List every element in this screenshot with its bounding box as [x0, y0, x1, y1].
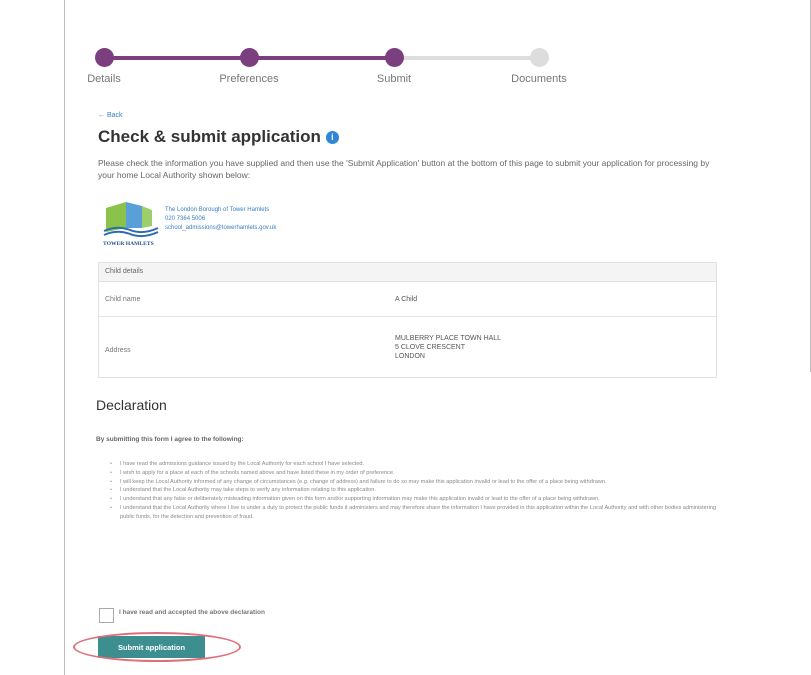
declaration-title: Declaration	[96, 397, 167, 413]
la-phone: 020 7364 5006	[165, 216, 206, 222]
table-row-child-name: Child name A Child	[99, 282, 716, 317]
row-value: A Child	[395, 295, 418, 303]
declaration-item: I wish to apply for a place at each of t…	[110, 469, 730, 478]
step-connector-3	[395, 56, 540, 60]
step-dot-details[interactable]	[95, 48, 114, 67]
declaration-checkbox-label[interactable]: I have read and accepted the above decla…	[119, 609, 265, 616]
step-label-preferences: Preferences	[219, 73, 279, 85]
step-connector-1	[105, 56, 250, 60]
step-label-submit: Submit	[376, 73, 412, 85]
page-title-text: Check & submit application	[98, 127, 321, 146]
back-link[interactable]: ← Back	[98, 112, 123, 119]
tower-hamlets-logo: TOWER HAMLETS	[102, 198, 162, 248]
step-dot-documents	[530, 48, 549, 67]
svg-text:TOWER HAMLETS: TOWER HAMLETS	[103, 241, 154, 247]
info-icon[interactable]: i	[325, 131, 339, 144]
row-label: Child name	[105, 295, 141, 303]
declaration-intro: By submitting this form I agree to the f…	[96, 436, 244, 443]
intro-text: Please check the information you have su…	[98, 158, 710, 180]
address-line: 5 CLOVE CRESCENT	[395, 344, 466, 351]
declaration-item: I understand that the Local Authority wh…	[110, 504, 730, 522]
address-line: LONDON	[395, 353, 425, 360]
step-connector-2	[250, 56, 395, 60]
declaration-list: I have read the admissions guidance issu…	[110, 460, 730, 522]
step-dot-preferences[interactable]	[240, 48, 259, 67]
progress-stepper: Details Preferences Submit Documents	[87, 42, 675, 92]
declaration-item: I understand that any false or deliberat…	[110, 495, 730, 504]
declaration-item: I have read the admissions guidance issu…	[110, 460, 730, 469]
table-header: Child details	[99, 263, 716, 282]
step-dot-submit	[385, 48, 404, 67]
submit-application-button[interactable]: Submit application	[98, 636, 205, 658]
local-authority-contact: The London Borough of Tower Hamlets 020 …	[165, 206, 276, 233]
address-line: MULBERRY PLACE TOWN HALL	[395, 335, 502, 342]
la-email[interactable]: school_admissions@towerhamlets.gov.uk	[165, 224, 276, 233]
declaration-checkbox[interactable]	[99, 608, 114, 623]
step-label-documents: Documents	[511, 73, 567, 85]
declaration-panel	[64, 372, 811, 675]
declaration-item: I will keep the Local Authority informed…	[110, 478, 730, 487]
child-details-table: Child details Child name A Child Address…	[98, 262, 717, 378]
step-label-details: Details	[87, 73, 121, 85]
row-value: MULBERRY PLACE TOWN HALL 5 CLOVE CRESCEN…	[395, 317, 716, 377]
declaration-item: I understand that the Local Authority ma…	[110, 486, 730, 495]
row-label: Address	[105, 347, 131, 354]
table-row-address: Address MULBERRY PLACE TOWN HALL 5 CLOVE…	[99, 317, 716, 378]
la-name[interactable]: The London Borough of Tower Hamlets	[165, 206, 276, 215]
page-title: Check & submit application i	[98, 127, 339, 147]
